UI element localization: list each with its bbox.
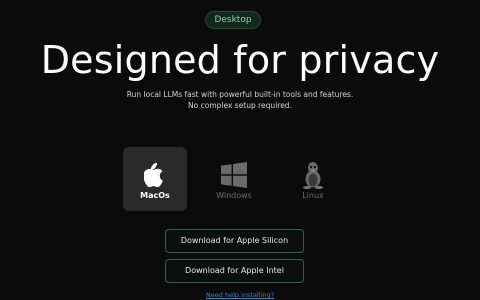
platform-tab-windows[interactable]: Windows: [202, 147, 266, 211]
platform-label-macos: MacOs: [140, 191, 170, 200]
platform-label-linux: Linux: [302, 191, 324, 200]
subtitle-line-1: Run local LLMs fast with powerful built-…: [126, 90, 354, 99]
platform-tab-linux[interactable]: Linux: [281, 147, 345, 211]
desktop-badge: Desktop: [205, 11, 261, 29]
page-title: Designed for privacy: [40, 38, 440, 82]
platform-label-windows: Windows: [216, 191, 252, 200]
apple-icon: [123, 161, 187, 189]
help-installing-link[interactable]: Need help installing?: [0, 291, 480, 299]
download-apple-silicon-button[interactable]: Download for Apple Silicon: [165, 229, 304, 253]
platform-tab-macos[interactable]: MacOs: [123, 147, 187, 211]
download-apple-intel-button[interactable]: Download for Apple Intel: [165, 259, 304, 283]
linux-tux-icon: [281, 161, 345, 189]
windows-icon: [202, 161, 266, 189]
subtitle-line-2: No complex setup required.: [188, 101, 292, 110]
